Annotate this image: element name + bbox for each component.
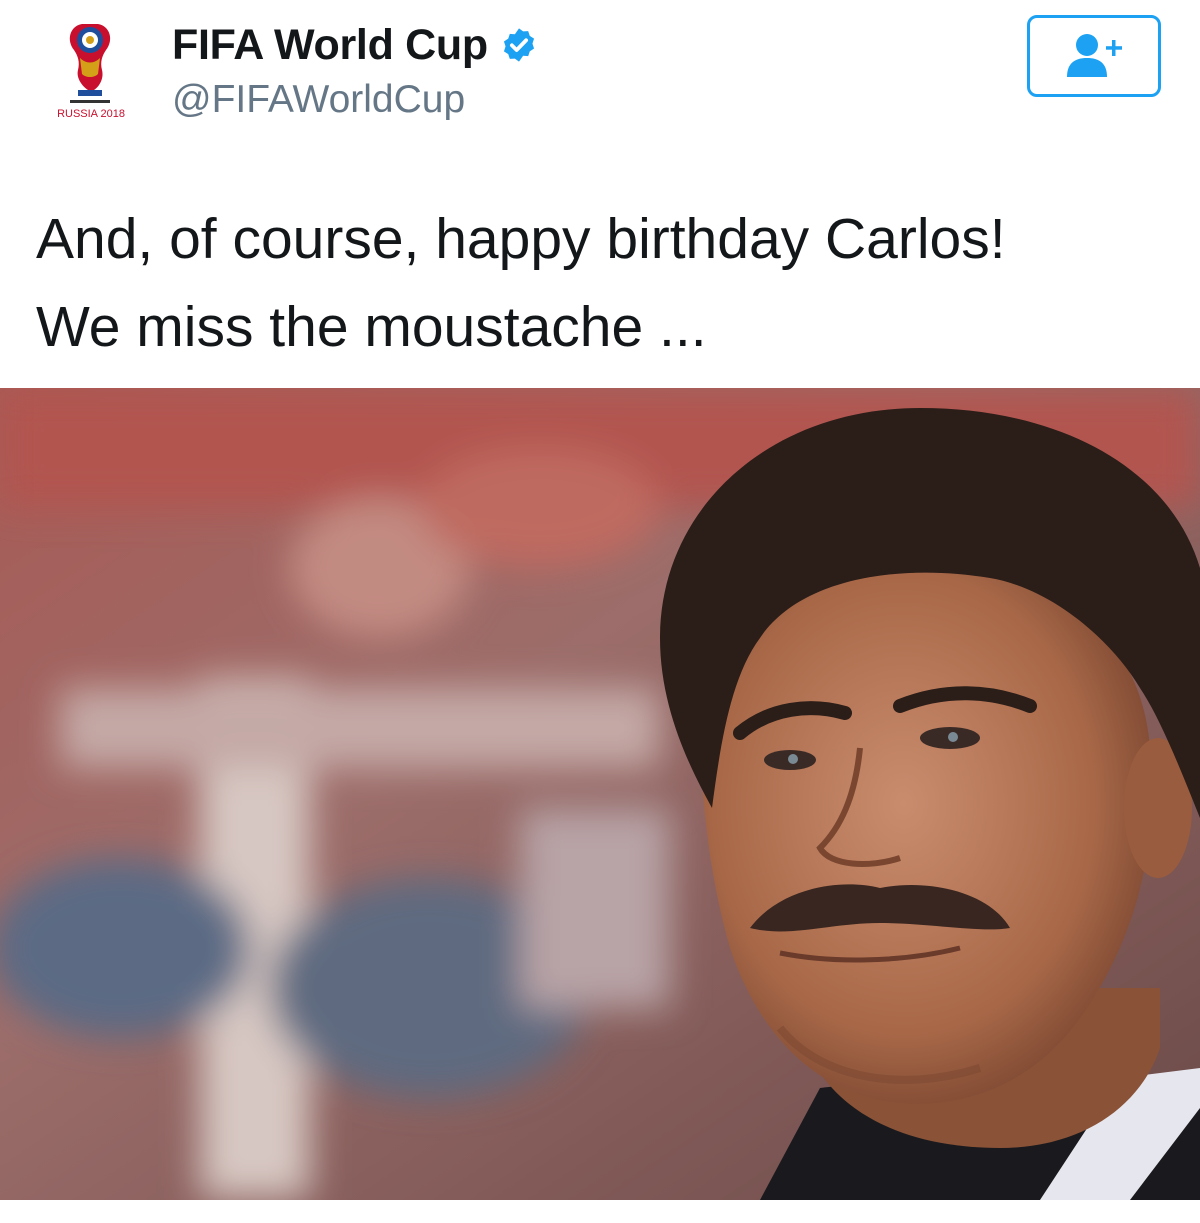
portrait-photo-icon [0,388,1200,1200]
user-block: FIFA World Cup @FIFAWorldCup [172,18,538,122]
tweet-text: And, of course, happy birthday Carlos! W… [36,195,1176,371]
follow-user-plus-icon [1067,34,1122,77]
user-handle[interactable]: @FIFAWorldCup [172,78,538,122]
tweet-text-line: And, of course, happy birthday Carlos! [36,207,1006,271]
svg-text:RUSSIA 2018: RUSSIA 2018 [57,108,125,120]
verified-badge-icon [500,26,538,64]
avatar[interactable]: RUSSIA 2018 [30,16,152,128]
display-name[interactable]: FIFA World Cup [172,21,488,70]
tweet-photo[interactable] [0,388,1200,1200]
follow-button[interactable] [1027,15,1161,97]
tweet-header: RUSSIA 2018 FIFA World Cup @FIFAWorldCup [0,0,1200,180]
display-name-row: FIFA World Cup [172,18,538,72]
world-cup-logo-icon: RUSSIA 2018 [57,24,125,120]
tweet-text-line: We miss the moustache ... [36,295,707,359]
